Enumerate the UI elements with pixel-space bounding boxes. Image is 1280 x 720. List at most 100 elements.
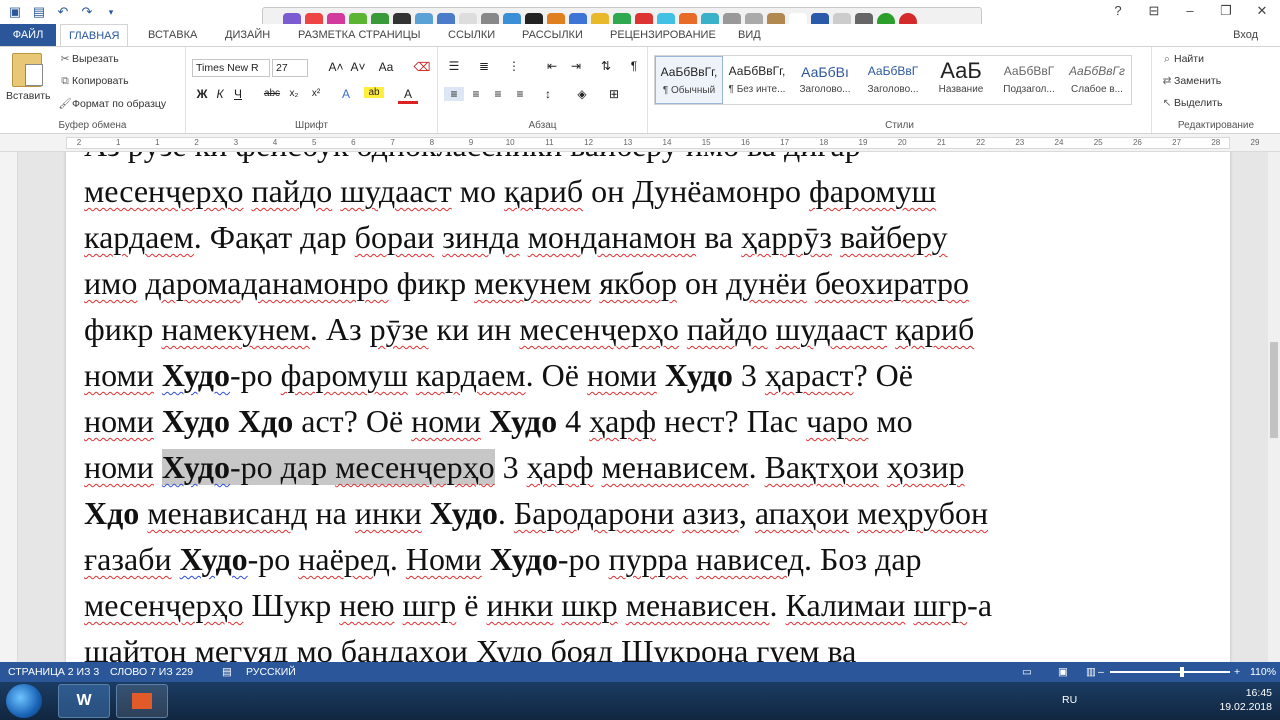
text-run[interactable]: ? Оё (853, 357, 913, 393)
login-link[interactable]: Вход (1233, 24, 1258, 46)
text-run[interactable]: шудааст (776, 311, 888, 347)
style-subtitle[interactable]: АаБбВвГ Подзагол... (995, 56, 1063, 104)
sort-icon[interactable]: ⇅ (596, 59, 616, 73)
text-run[interactable]: Бародарони (514, 495, 674, 531)
recorder-taskbar-button[interactable] (116, 684, 168, 718)
text-run[interactable]: месенҷерҳо (84, 173, 243, 209)
text-run[interactable] (591, 265, 599, 301)
text-run[interactable] (887, 311, 895, 347)
text-run[interactable]: қариб (504, 173, 583, 209)
text-run[interactable]: Худо (490, 541, 558, 577)
text-run[interactable]: он Дунёамонро (583, 173, 809, 209)
font-color-button[interactable]: A (398, 87, 418, 104)
text-run[interactable]: намекунем (161, 311, 309, 347)
close-button[interactable]: ✕ (1244, 0, 1280, 22)
text-run[interactable]: бораи (355, 219, 435, 255)
show-marks-icon[interactable]: ¶ (624, 59, 644, 73)
redo-icon[interactable]: ↷ (78, 3, 96, 21)
text-run[interactable]: инки (487, 587, 554, 623)
text-run[interactable] (482, 541, 490, 577)
print-layout-icon[interactable]: ▣ (1058, 662, 1068, 682)
style-no-spacing[interactable]: АаБбВвГг, ¶ Без инте... (723, 56, 791, 104)
text-run[interactable]: ҳараст (765, 357, 854, 393)
text-run[interactable]: на (308, 495, 355, 531)
text-run[interactable]: Худо (665, 357, 733, 393)
help-button[interactable]: ? (1100, 0, 1136, 22)
text-run[interactable]: . (749, 449, 765, 485)
text-run[interactable] (408, 357, 416, 393)
text-run[interactable]: мо (452, 173, 504, 209)
text-run[interactable]: месенҷерҳо (519, 311, 678, 347)
text-run[interactable]: меҳрубон (857, 495, 988, 531)
text-run[interactable]: кардаем (416, 357, 526, 393)
cut-button[interactable]: ✂ Вырезать (58, 53, 119, 65)
word-count[interactable]: СЛОВО 7 ИЗ 229 (110, 662, 193, 682)
text-run[interactable]: 3 (733, 357, 765, 393)
text-run[interactable] (832, 219, 840, 255)
format-painter-button[interactable]: 🖌Формат по образцу (58, 97, 166, 110)
text-run[interactable]: номи (84, 357, 154, 393)
text-run[interactable] (849, 495, 857, 531)
zoom-slider[interactable] (1110, 671, 1230, 673)
start-button[interactable] (6, 684, 42, 718)
style-heading-2[interactable]: АаБбВвГ Заголово... (859, 56, 927, 104)
text-run[interactable]: Аз рӯзе ки фейсбук одноклассники вайберу… (84, 152, 861, 163)
tab-mailings[interactable]: РАССЫЛКИ (522, 24, 583, 46)
italic-button[interactable]: К (210, 87, 230, 101)
text-run[interactable]: . Аз (310, 311, 370, 347)
text-run[interactable]: якбор (599, 265, 677, 301)
bullets-icon[interactable]: ☰ (444, 59, 464, 73)
align-center-icon[interactable]: ≡ (466, 87, 486, 101)
superscript-button[interactable]: x² (306, 88, 326, 99)
text-line[interactable]: месенҷерҳо Шукр нею шгр ё инки шкр менав… (84, 582, 1184, 628)
text-run[interactable]: месенҷерҳо (335, 449, 495, 485)
text-run[interactable] (520, 219, 528, 255)
text-run[interactable]: дунёи (726, 265, 807, 301)
tab-layout[interactable]: РАЗМЕТКА СТРАНИЦЫ (298, 24, 420, 46)
font-size-select[interactable]: 27 (272, 59, 308, 77)
text-run[interactable]: чаро (806, 403, 868, 439)
text-run[interactable] (768, 311, 776, 347)
vertical-ruler[interactable] (0, 152, 18, 662)
text-run[interactable]: пайдо (687, 311, 768, 347)
text-line[interactable]: имо даромаданамонро фикр мекунем якбор о… (84, 260, 1184, 306)
text-run[interactable]: ё (456, 587, 486, 623)
read-mode-icon[interactable]: ▭ (1022, 662, 1032, 682)
text-run[interactable] (679, 311, 687, 347)
text-line[interactable]: номи Худо Хдо аст? Оё номи Худо 4 ҳарф н… (84, 398, 1184, 444)
line-spacing-icon[interactable]: ↕ (538, 87, 558, 101)
text-run[interactable]: пурра (608, 541, 687, 577)
text-run[interactable]: Худо (489, 403, 557, 439)
borders-icon[interactable]: ⊞ (604, 87, 624, 101)
text-line[interactable]: номи Худо-ро дар месенҷерҳо 3 ҳарф менав… (84, 444, 1184, 490)
text-run[interactable]: шгр (403, 587, 457, 623)
text-run[interactable]: Хдо (84, 495, 139, 531)
text-run[interactable]: . Оё (526, 357, 587, 393)
text-run[interactable] (594, 449, 602, 485)
text-run[interactable]: даромаданамонро (145, 265, 388, 301)
text-line[interactable]: кардаем. Фақат дар бораи зинда монданамо… (84, 214, 1184, 260)
text-run[interactable]: 4 (557, 403, 589, 439)
text-run[interactable] (395, 587, 403, 623)
minimize-button[interactable]: – (1172, 0, 1208, 22)
text-run[interactable]: ҳозир (887, 449, 965, 485)
ribbon-display-button[interactable]: ⊟ (1136, 0, 1172, 22)
text-run[interactable] (172, 541, 180, 577)
text-run[interactable]: менависем (602, 449, 749, 485)
text-run[interactable]: номи (84, 403, 154, 439)
text-run[interactable]: , (739, 495, 755, 531)
shrink-font-button[interactable]: A˅ (348, 60, 368, 74)
text-line[interactable]: Хдо менависанд на инки Худо. Бародарони … (84, 490, 1184, 536)
text-run[interactable]: Шукр (243, 587, 339, 623)
maximize-button[interactable]: ❐ (1208, 0, 1244, 22)
zoom-in-icon[interactable]: + (1234, 662, 1240, 682)
replace-button[interactable]: ⇄ Заменить (1160, 75, 1222, 87)
document-area[interactable]: Аз рӯзе ки фейсбук одноклассники вайберу… (18, 152, 1268, 662)
text-run[interactable] (154, 403, 162, 439)
language-indicator[interactable]: РУССКИЙ (246, 662, 296, 682)
text-line[interactable]: ғазаби Худо-ро наёред. Номи Худо-ро пурр… (84, 536, 1184, 582)
text-run[interactable]: -ро (558, 541, 609, 577)
horizontal-ruler[interactable]: 2 1 1 2 3 4 5 6 7 8 9 10 11 12 13 14 15 16 17 18 19 20 21 22 23 2… (0, 134, 1280, 152)
text-effects-button[interactable]: A (336, 87, 356, 101)
text-run[interactable]: Худо (430, 495, 498, 531)
